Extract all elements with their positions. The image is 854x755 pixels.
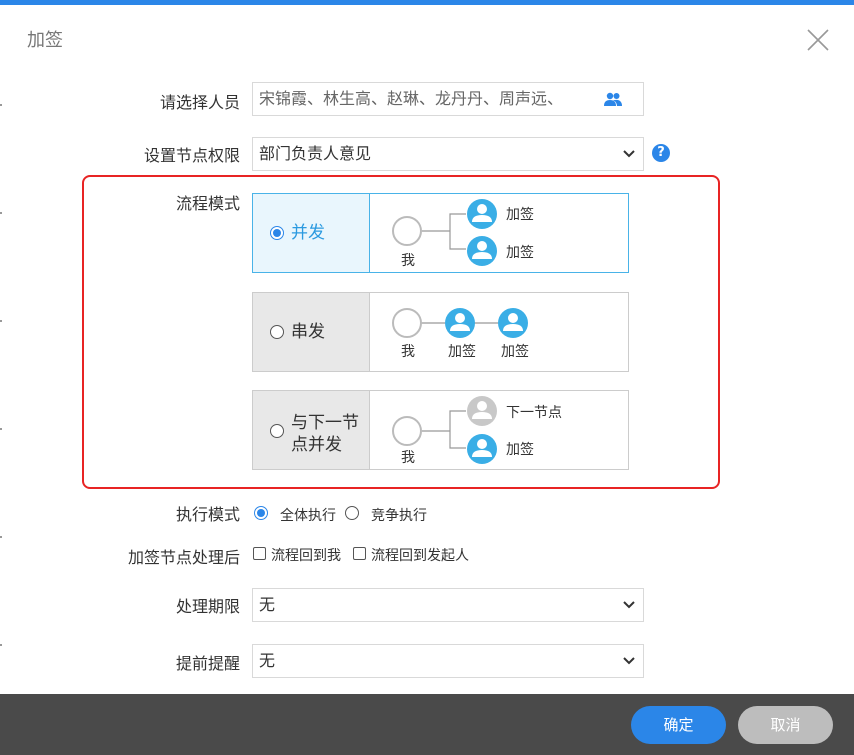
return-to-initiator-label: 流程回到发起人 bbox=[371, 548, 469, 564]
confirm-button[interactable]: 确定 bbox=[631, 706, 726, 744]
cancel-button[interactable]: 取消 bbox=[738, 706, 833, 744]
flow-mode-option-serial[interactable]: 串发 我 加签 加签 bbox=[252, 292, 629, 372]
chevron-down-icon bbox=[623, 657, 635, 665]
node-permission-select[interactable]: 部门负责人意见 bbox=[252, 137, 644, 171]
concurrent-label: 并发 bbox=[291, 223, 325, 243]
serial-radio[interactable] bbox=[270, 325, 284, 339]
select-people-label: 请选择人员 bbox=[159, 93, 240, 112]
exec-compete-label: 竞争执行 bbox=[371, 508, 427, 524]
user-icon bbox=[467, 434, 497, 464]
target-text: 加签 bbox=[448, 344, 476, 360]
me-node bbox=[392, 216, 422, 246]
target-text: 加签 bbox=[506, 245, 534, 261]
close-icon[interactable] bbox=[806, 28, 830, 52]
return-to-initiator-checkbox[interactable] bbox=[353, 547, 366, 560]
target-text: 下一节点 bbox=[506, 405, 562, 421]
exec-compete-radio[interactable] bbox=[345, 506, 359, 520]
parallel-next-label: 与下一节 点并发 bbox=[291, 412, 359, 456]
concurrent-radio[interactable] bbox=[270, 226, 284, 240]
reminder-label: 提前提醒 bbox=[175, 654, 240, 673]
me-node bbox=[392, 308, 422, 338]
target-text: 加签 bbox=[501, 344, 529, 360]
dialog-title: 加签 bbox=[27, 30, 63, 51]
return-to-me-label: 流程回到我 bbox=[271, 548, 341, 564]
select-people-icon[interactable] bbox=[603, 92, 623, 108]
deadline-value: 无 bbox=[259, 595, 276, 614]
exec-all-radio[interactable] bbox=[254, 506, 268, 520]
user-icon bbox=[467, 396, 497, 426]
user-icon bbox=[467, 199, 497, 229]
reminder-select[interactable]: 无 bbox=[252, 644, 644, 678]
node-permission-value: 部门负责人意见 bbox=[259, 144, 372, 163]
selected-people-text: 宋锦霞、林生高、赵琳、龙丹丹、周声远、 bbox=[259, 89, 564, 108]
flow-mode-label: 流程模式 bbox=[175, 194, 240, 213]
me-text: 我 bbox=[401, 344, 415, 360]
after-sign-label: 加签节点处理后 bbox=[127, 548, 240, 567]
target-text: 加签 bbox=[506, 207, 534, 223]
node-permission-label: 设置节点权限 bbox=[143, 146, 240, 165]
user-icon bbox=[498, 308, 528, 338]
parallel-next-radio[interactable] bbox=[270, 424, 284, 438]
deadline-select[interactable]: 无 bbox=[252, 588, 644, 622]
me-text: 我 bbox=[401, 253, 415, 269]
label-line: 与下一节 bbox=[291, 413, 359, 433]
exec-mode-label: 执行模式 bbox=[175, 505, 240, 524]
serial-label: 串发 bbox=[291, 322, 325, 342]
user-icon bbox=[467, 236, 497, 266]
deadline-label: 处理期限 bbox=[175, 597, 240, 616]
me-node bbox=[392, 416, 422, 446]
me-text: 我 bbox=[401, 450, 415, 466]
label-line: 点并发 bbox=[291, 435, 342, 455]
flow-mode-option-concurrent[interactable]: 并发 我 加签 加签 bbox=[252, 193, 629, 273]
chevron-down-icon bbox=[623, 150, 635, 158]
select-people-field[interactable]: 宋锦霞、林生高、赵琳、龙丹丹、周声远、 bbox=[252, 82, 644, 116]
window-top-bar bbox=[0, 0, 854, 5]
reminder-value: 无 bbox=[259, 651, 276, 670]
flow-mode-option-parallel-next[interactable]: 与下一节 点并发 我 下一节点 加签 bbox=[252, 390, 629, 470]
chevron-down-icon bbox=[623, 601, 635, 609]
exec-all-label: 全体执行 bbox=[280, 508, 336, 524]
user-icon bbox=[445, 308, 475, 338]
help-icon[interactable]: ? bbox=[652, 144, 670, 162]
return-to-me-checkbox[interactable] bbox=[253, 547, 266, 560]
target-text: 加签 bbox=[506, 442, 534, 458]
